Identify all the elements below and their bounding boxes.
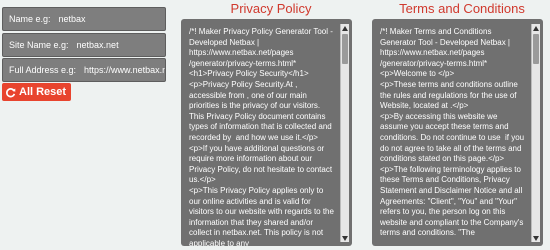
scroll-up-icon[interactable]: [341, 24, 349, 32]
full-address-field[interactable]: Full Address e.g: https://www.netbax.net…: [2, 58, 166, 82]
name-field-value[interactable]: netbax: [59, 14, 86, 24]
terms-conditions-textarea[interactable]: /*! Maker Terms and Conditions Generator…: [380, 27, 527, 246]
name-field[interactable]: Name e.g: netbax: [2, 7, 166, 31]
all-reset-label: All Reset: [19, 86, 67, 98]
refresh-icon: [6, 87, 16, 97]
all-reset-button[interactable]: All Reset: [2, 83, 72, 101]
full-address-field-value[interactable]: https://www.netbax.net/: [84, 65, 165, 75]
site-name-field-value[interactable]: netbax.net: [77, 40, 119, 50]
privacy-policy-textarea[interactable]: /*! Maker Privacy Policy Generator Tool …: [189, 27, 336, 246]
privacy-policy-scrollbar[interactable]: [340, 24, 349, 242]
privacy-policy-title: Privacy Policy: [230, 1, 312, 16]
privacy-policy-panel: /*! Maker Privacy Policy Generator Tool …: [181, 19, 352, 246]
site-name-field[interactable]: Site Name e.g: netbax.net: [2, 33, 166, 57]
scroll-thumb[interactable]: [533, 34, 539, 64]
terms-conditions-scrollbar[interactable]: [531, 24, 540, 242]
terms-conditions-panel: /*! Maker Terms and Conditions Generator…: [372, 19, 543, 246]
site-name-field-label: Site Name e.g:: [9, 40, 69, 50]
terms-conditions-title: Terms and Conditions: [399, 1, 525, 16]
full-address-field-label: Full Address e.g:: [9, 65, 77, 75]
scroll-thumb[interactable]: [342, 34, 348, 64]
scroll-down-icon[interactable]: [532, 234, 540, 242]
scroll-up-icon[interactable]: [532, 24, 540, 32]
scroll-down-icon[interactable]: [341, 234, 349, 242]
name-field-label: Name e.g:: [9, 14, 51, 24]
